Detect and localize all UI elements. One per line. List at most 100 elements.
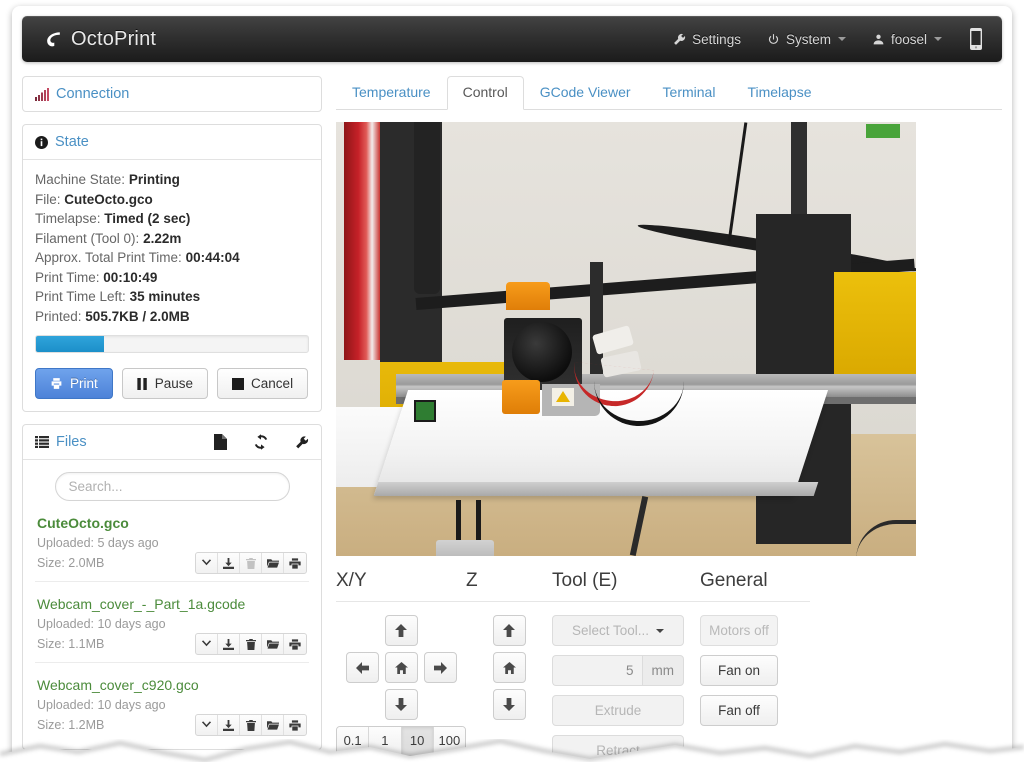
state-row-value: Timed (2 sec) xyxy=(104,211,190,226)
fan-off-button[interactable]: Fan off xyxy=(700,695,778,726)
nav-user-label: foosel xyxy=(891,32,927,47)
tab-terminal[interactable]: Terminal xyxy=(647,76,732,110)
list-item[interactable]: Webcam_cover_c920.gco Uploaded: 10 days … xyxy=(35,663,309,743)
chevron-down-icon xyxy=(656,629,664,633)
brand-text: OctoPrint xyxy=(71,28,156,51)
connection-panel-title: Connection xyxy=(56,86,129,102)
trash-icon[interactable] xyxy=(240,553,262,573)
print-progress-bar xyxy=(35,335,309,353)
folder-open-icon[interactable] xyxy=(262,634,284,654)
state-row-value: CuteOcto.gco xyxy=(64,192,153,207)
file-action-group xyxy=(195,552,307,574)
app-window: OctoPrint Settings System xyxy=(12,6,1012,766)
print-file-icon[interactable] xyxy=(284,553,306,573)
state-row: Timelapse: Timed (2 sec) xyxy=(35,209,309,229)
pause-icon xyxy=(137,378,148,390)
state-row: Filament (Tool 0): 2.22m xyxy=(35,229,309,249)
trash-icon[interactable] xyxy=(240,634,262,654)
state-row-label: Print Time Left: xyxy=(35,289,126,304)
file-uploaded: Uploaded: 10 days ago xyxy=(37,615,307,633)
nav-mobile[interactable] xyxy=(968,27,984,51)
jog-y-up-button[interactable] xyxy=(385,615,418,646)
state-row-label: Timelapse: xyxy=(35,211,101,226)
jog-y-down-button[interactable] xyxy=(385,689,418,720)
webcam-green-sensor xyxy=(414,400,436,422)
tab-timelapse[interactable]: Timelapse xyxy=(731,76,827,110)
brand-logo[interactable]: OctoPrint xyxy=(44,28,156,51)
chevron-down-icon[interactable] xyxy=(196,553,218,573)
state-row: File: CuteOcto.gco xyxy=(35,190,309,210)
state-row-value: 2.22m xyxy=(143,231,181,246)
fan-on-button[interactable]: Fan on xyxy=(700,655,778,686)
state-panel-title: State xyxy=(55,134,89,150)
jog-row-bottom xyxy=(336,689,466,720)
jog-x-left-button[interactable] xyxy=(346,652,379,683)
left-sidebar: Connection State xyxy=(22,76,322,766)
webcam-green-led xyxy=(866,124,900,138)
state-row: Approx. Total Print Time: 00:44:04 xyxy=(35,248,309,268)
download-icon[interactable] xyxy=(218,553,240,573)
state-row-value: 00:10:49 xyxy=(103,270,157,285)
print-controls: Print Pause xyxy=(35,368,309,399)
jog-x-right-button[interactable] xyxy=(424,652,457,683)
nav-settings[interactable]: Settings xyxy=(673,32,741,47)
list-item[interactable]: CuteOcto.gco Uploaded: 5 days ago Size: … xyxy=(35,501,309,582)
files-panel-actions xyxy=(214,434,309,450)
print-file-icon[interactable] xyxy=(284,634,306,654)
state-panel-header[interactable]: State xyxy=(23,125,321,160)
upload-file-icon[interactable] xyxy=(214,434,227,450)
stop-icon xyxy=(232,378,244,390)
home-xy-button[interactable] xyxy=(385,652,418,683)
tab-temperature[interactable]: Temperature xyxy=(336,76,447,110)
arrow-left-icon xyxy=(356,662,369,674)
print-button[interactable]: Print xyxy=(35,368,113,399)
state-row-label: Machine State: xyxy=(35,172,125,187)
settings-wrench-icon[interactable] xyxy=(295,435,309,450)
right-content: Temperature Control GCode Viewer Termina… xyxy=(336,76,1002,766)
tab-bar: Temperature Control GCode Viewer Termina… xyxy=(336,76,1002,110)
home-icon xyxy=(503,662,516,674)
webcam-bed-edge xyxy=(374,482,819,496)
refresh-icon[interactable] xyxy=(253,434,269,450)
file-name[interactable]: Webcam_cover_-_Part_1a.gcode xyxy=(37,595,307,613)
arrow-up-icon xyxy=(395,624,407,637)
tab-gcode-viewer[interactable]: GCode Viewer xyxy=(524,76,647,110)
list-item[interactable]: Webcam_cover_-_Part_1a.gcode Uploaded: 1… xyxy=(35,582,309,663)
chevron-down-icon[interactable] xyxy=(196,634,218,654)
extrude-amount-group: mm xyxy=(552,655,684,686)
power-icon xyxy=(767,33,780,46)
arrow-up-icon xyxy=(503,624,515,637)
folder-open-icon[interactable] xyxy=(262,553,284,573)
motors-off-button[interactable]: Motors off xyxy=(700,615,778,646)
extrude-amount-input[interactable] xyxy=(552,655,642,686)
download-icon[interactable] xyxy=(218,634,240,654)
nav-system[interactable]: System xyxy=(767,32,846,47)
file-name[interactable]: Webcam_cover_c920.gco xyxy=(37,676,307,694)
connection-panel-header[interactable]: Connection xyxy=(23,77,321,111)
jog-z-down-button[interactable] xyxy=(493,689,526,720)
webcam-fan xyxy=(512,322,572,382)
home-icon xyxy=(395,662,408,674)
pause-button[interactable]: Pause xyxy=(122,368,208,399)
jog-row-middle xyxy=(336,652,466,683)
mobile-phone-icon xyxy=(968,27,984,51)
jog-z-up-button[interactable] xyxy=(493,615,526,646)
extrude-button[interactable]: Extrude xyxy=(552,695,684,726)
webcam-foot xyxy=(436,540,494,556)
state-row-label: Filament (Tool 0): xyxy=(35,231,139,246)
wrench-icon xyxy=(673,33,686,46)
cancel-button[interactable]: Cancel xyxy=(217,368,308,399)
state-row-value: 00:44:04 xyxy=(186,250,240,265)
webcam-orange-bottom xyxy=(502,380,540,414)
select-tool-label: Select Tool... xyxy=(572,623,649,638)
tab-control[interactable]: Control xyxy=(447,76,524,110)
file-name[interactable]: CuteOcto.gco xyxy=(37,514,307,532)
webcam-stream[interactable] xyxy=(336,122,916,556)
state-row-value: Printing xyxy=(129,172,180,187)
select-tool-dropdown[interactable]: Select Tool... xyxy=(552,615,684,646)
connection-panel: Connection xyxy=(22,76,322,112)
home-z-button[interactable] xyxy=(493,652,526,683)
jog-row-z-bottom xyxy=(466,689,552,720)
search-input[interactable] xyxy=(55,472,290,501)
nav-user[interactable]: foosel xyxy=(872,32,942,47)
